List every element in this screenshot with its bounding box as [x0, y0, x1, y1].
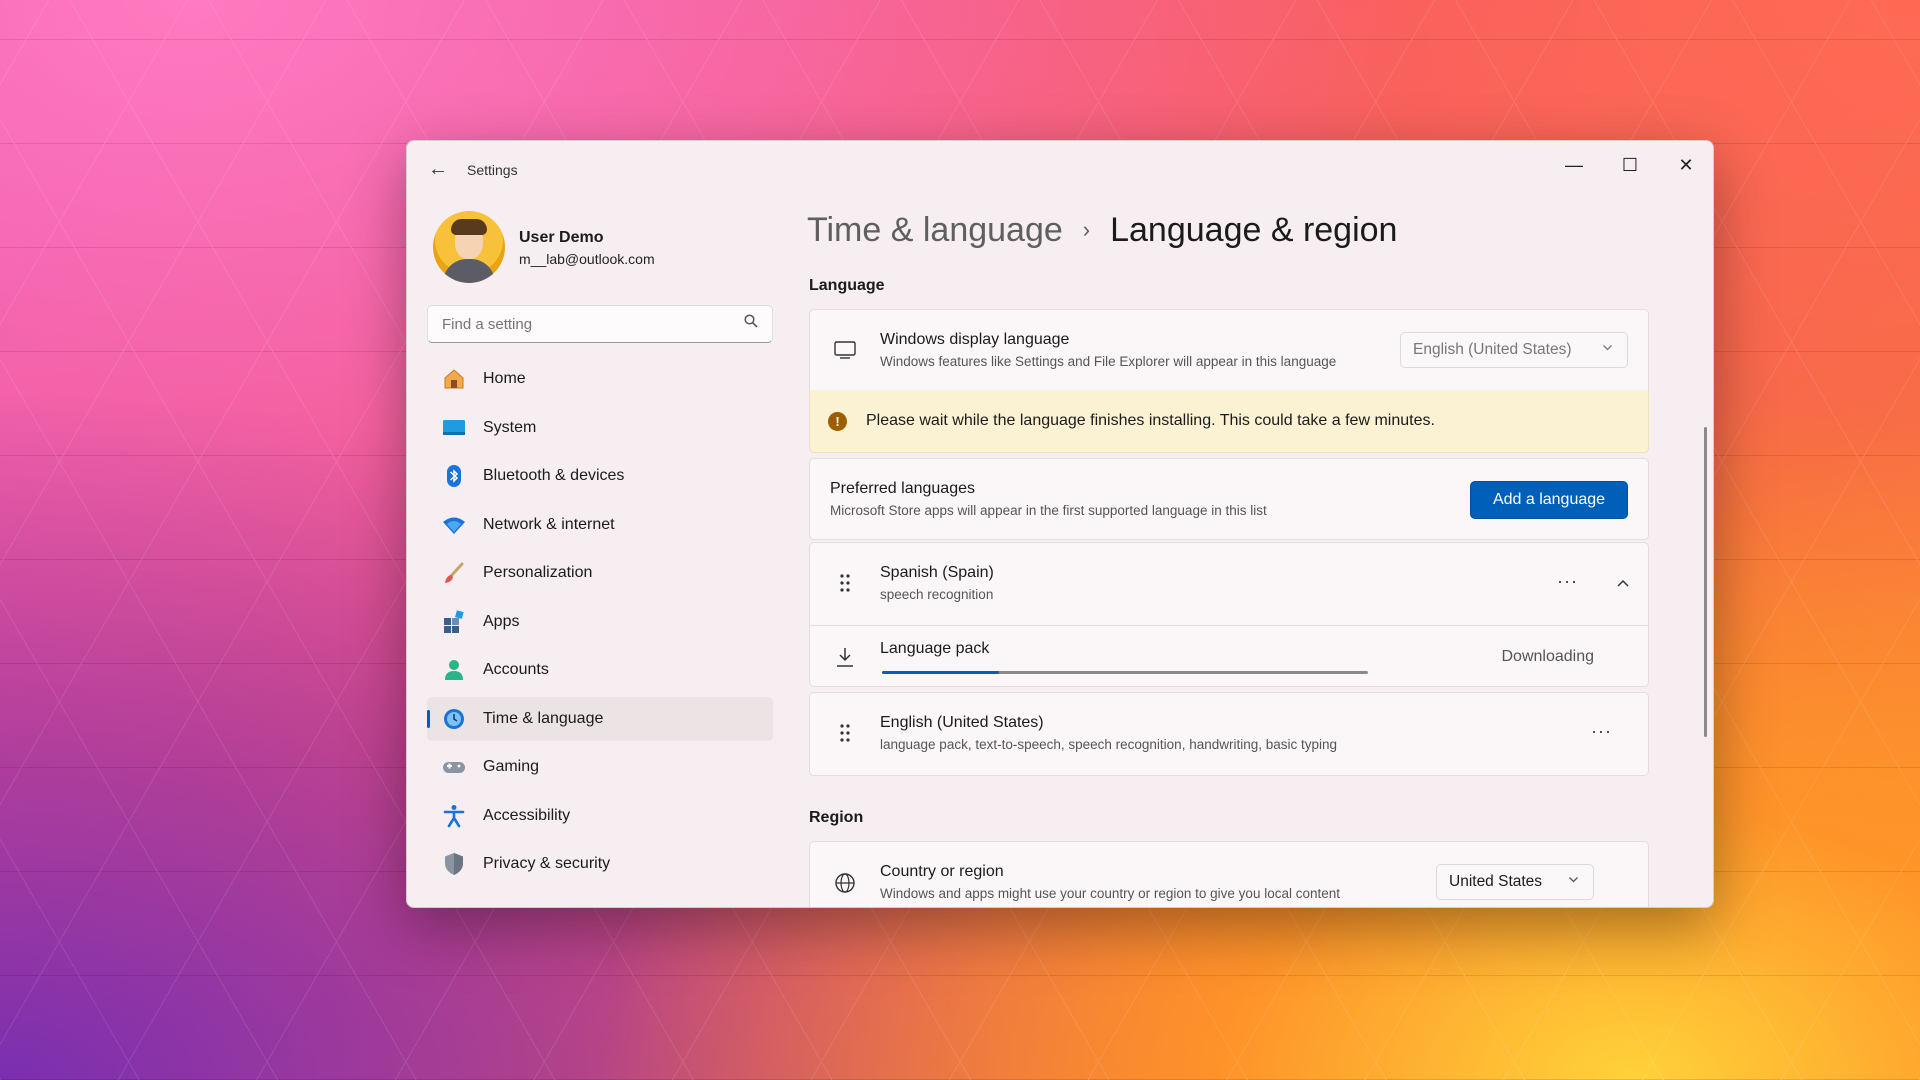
- close-button[interactable]: ✕: [1663, 149, 1709, 181]
- nav-label: Accessibility: [483, 806, 571, 824]
- search-box[interactable]: [427, 305, 773, 343]
- nav-label: System: [483, 418, 537, 436]
- page-title: Language & region: [1110, 211, 1398, 249]
- nav-item-personalization[interactable]: Personalization: [427, 551, 773, 595]
- language-features: speech recognition: [880, 587, 994, 602]
- title-bar: ← Settings — ☐ ✕: [407, 141, 1713, 197]
- display-language-dropdown[interactable]: English (United States): [1400, 332, 1628, 368]
- back-arrow-icon[interactable]: ←: [423, 157, 453, 181]
- nav-item-time-language[interactable]: Time & language: [427, 696, 773, 741]
- nav-item-bluetooth[interactable]: Bluetooth & devices: [427, 454, 773, 498]
- nav-item-system[interactable]: System: [427, 406, 773, 450]
- language-item-spanish: Spanish (Spain) speech recognition ···: [809, 542, 1649, 626]
- download-progress-bar: [882, 671, 1368, 674]
- breadcrumb-parent[interactable]: Time & language: [807, 211, 1063, 249]
- more-options-icon[interactable]: ···: [1557, 571, 1578, 592]
- accessibility-icon: [441, 803, 467, 829]
- country-region-title: Country or region: [880, 863, 1004, 880]
- apps-icon: [441, 609, 467, 635]
- nav-label: Gaming: [483, 758, 540, 775]
- display-language-card: Windows display language Windows feature…: [809, 309, 1649, 391]
- nav-item-apps[interactable]: Apps: [427, 600, 773, 644]
- app-title: Settings: [467, 162, 518, 178]
- brush-icon: [441, 560, 467, 586]
- nav-item-home[interactable]: Home: [427, 357, 773, 401]
- nav-label: Home: [483, 370, 526, 387]
- more-options-icon[interactable]: ···: [1591, 721, 1612, 742]
- home-icon: [441, 366, 467, 392]
- preferred-languages-title: Preferred languages: [830, 480, 975, 497]
- content-pane: Time & language › Language & region Langua…: [783, 197, 1711, 907]
- display-language-subtitle: Windows features like Settings and File …: [880, 354, 1337, 369]
- section-heading-language: Language: [809, 277, 885, 294]
- download-status: Downloading: [1501, 648, 1594, 665]
- chevron-down-icon: [1602, 342, 1613, 356]
- nav-item-gaming[interactable]: Gaming: [427, 745, 773, 789]
- minimize-button[interactable]: —: [1551, 149, 1597, 181]
- display-language-title: Windows display language: [880, 331, 1070, 348]
- nav-label: Bluetooth & devices: [483, 467, 625, 484]
- nav-label: Accounts: [483, 661, 549, 678]
- scrollbar[interactable]: [1704, 427, 1707, 737]
- breadcrumb: Time & language › Language & region: [807, 211, 1397, 250]
- breadcrumb-chevron-icon: ›: [1082, 217, 1091, 242]
- country-region-value: United States: [1449, 873, 1543, 890]
- language-item-english: English (United States) language pack, t…: [809, 692, 1649, 776]
- shield-icon: [441, 851, 467, 877]
- nav-label: Network & internet: [483, 515, 615, 533]
- globe-icon: [830, 868, 860, 898]
- maximize-button[interactable]: ☐: [1607, 149, 1653, 181]
- accounts-icon: [441, 657, 467, 683]
- preferred-languages-card: Preferred languages Microsoft Store apps…: [809, 458, 1649, 540]
- warning-icon: !: [828, 412, 847, 431]
- wifi-icon: [441, 512, 467, 538]
- download-icon: [830, 642, 860, 672]
- nav-list: Home System Bluetooth & devices Network …: [427, 357, 773, 886]
- nav-item-accessibility[interactable]: Accessibility: [427, 794, 773, 838]
- nav-label: Privacy & security: [483, 855, 611, 872]
- drag-handle-icon[interactable]: [830, 568, 860, 598]
- nav-item-privacy[interactable]: Privacy & security: [427, 842, 773, 886]
- language-name: Spanish (Spain): [880, 564, 994, 581]
- monitor-icon: [830, 335, 860, 365]
- language-name: English (United States): [880, 714, 1044, 731]
- bluetooth-icon: [441, 463, 467, 489]
- warning-text: Please wait while the language finishes …: [866, 412, 1435, 429]
- user-email: m__lab@outlook.com: [519, 251, 655, 267]
- avatar: [433, 211, 505, 283]
- country-region-subtitle: Windows and apps might use your country …: [880, 886, 1341, 901]
- user-name: User Demo: [519, 229, 604, 246]
- section-heading-region: Region: [809, 809, 864, 826]
- country-region-card: Country or region Windows and apps might…: [809, 841, 1649, 907]
- download-progress-fill: [882, 671, 999, 674]
- drag-handle-icon[interactable]: [830, 718, 860, 748]
- nav-item-accounts[interactable]: Accounts: [427, 648, 773, 692]
- system-icon: [441, 415, 467, 441]
- settings-window: ← Settings — ☐ ✕ User Demo m__lab@outloo…: [406, 140, 1714, 908]
- chevron-down-icon: [1568, 874, 1579, 888]
- display-language-value: English (United States): [1413, 341, 1572, 358]
- language-features: language pack, text-to-speech, speech re…: [880, 737, 1338, 752]
- nav-label: Apps: [483, 612, 520, 630]
- time-language-icon: [441, 706, 467, 732]
- navigation-pane: User Demo m__lab@outlook.com Home System: [427, 211, 773, 891]
- nav-item-network[interactable]: Network & internet: [427, 503, 773, 547]
- user-profile[interactable]: User Demo m__lab@outlook.com: [427, 211, 773, 291]
- gaming-icon: [441, 754, 467, 780]
- chevron-up-icon[interactable]: [1616, 575, 1630, 591]
- add-language-button[interactable]: Add a language: [1470, 481, 1628, 519]
- preferred-languages-subtitle: Microsoft Store apps will appear in the …: [830, 503, 1267, 518]
- language-pack-row: Language pack Downloading: [809, 625, 1649, 687]
- search-icon: [744, 314, 758, 332]
- search-input[interactable]: [440, 306, 724, 342]
- country-region-dropdown[interactable]: United States: [1436, 864, 1594, 900]
- language-pack-title: Language pack: [880, 640, 990, 657]
- install-warning-bar: ! Please wait while the language finishe…: [809, 390, 1649, 453]
- nav-label: Personalization: [483, 564, 593, 581]
- nav-label: Time & language: [483, 709, 604, 727]
